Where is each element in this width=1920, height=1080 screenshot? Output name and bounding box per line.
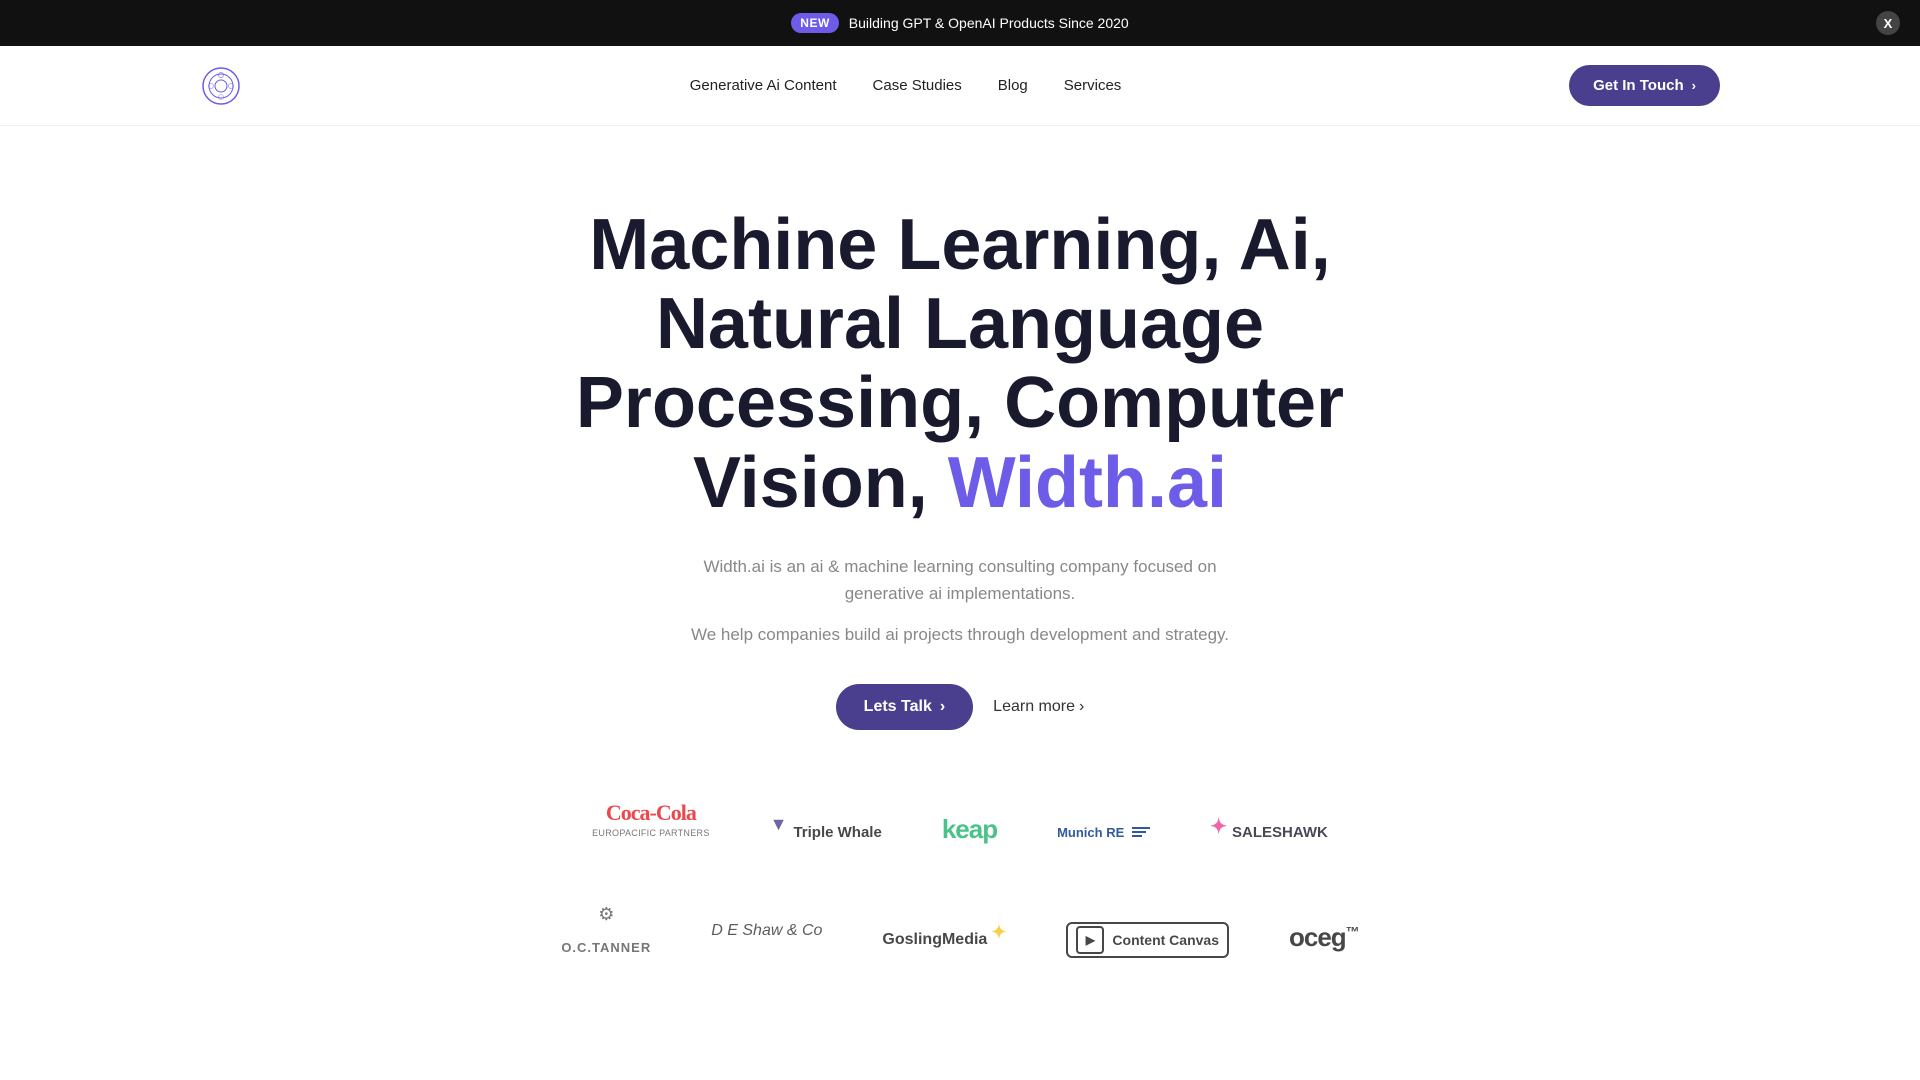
nav-link-case-studies[interactable]: Case Studies: [873, 77, 962, 94]
learn-more-arrow: ›: [1079, 698, 1084, 716]
partners-row-1: Coca-Cola EUROPACIFIC PARTNERS ▼ Triple …: [320, 800, 1600, 864]
partner-oceg: oceg™: [1289, 922, 1359, 958]
nav-links: Generative Ai Content Case Studies Blog …: [690, 77, 1122, 95]
partner-contentcanvas: ▶ Content Canvas: [1066, 922, 1229, 958]
lets-talk-button[interactable]: Lets Talk ›: [836, 684, 974, 730]
banner-close-button[interactable]: X: [1876, 11, 1900, 35]
partner-triplewhale: ▼ Triple Whale: [770, 814, 882, 850]
nav-item-services[interactable]: Services: [1064, 77, 1122, 95]
nav-item-generative-ai[interactable]: Generative Ai Content: [690, 77, 837, 95]
get-in-touch-arrow: ›: [1692, 78, 1696, 93]
lets-talk-label: Lets Talk: [864, 698, 932, 716]
top-banner: NEW Building GPT & OpenAI Products Since…: [0, 0, 1920, 46]
partner-cocacola: Coca-Cola EUROPACIFIC PARTNERS: [592, 800, 710, 864]
nav-link-blog[interactable]: Blog: [998, 77, 1028, 94]
lets-talk-arrow: ›: [940, 698, 945, 716]
hero-headline-accent: Width.ai: [948, 443, 1227, 523]
nav-item-case-studies[interactable]: Case Studies: [873, 77, 962, 95]
partners-row-2: ⚙ O.C.TANNER D E Shaw & Co GoslingMedia …: [320, 904, 1600, 976]
new-badge: NEW: [791, 13, 839, 33]
learn-more-label: Learn more: [993, 698, 1075, 716]
get-in-touch-label: Get In Touch: [1593, 77, 1684, 94]
hero-subtitle-1: Width.ai is an ai & machine learning con…: [685, 553, 1235, 607]
partner-munich: Munich RE: [1057, 814, 1150, 850]
partner-gosling: GoslingMedia ✦: [882, 922, 1006, 958]
partner-octanner: ⚙ O.C.TANNER: [561, 904, 651, 976]
nav-link-services[interactable]: Services: [1064, 77, 1122, 94]
navbar: Generative Ai Content Case Studies Blog …: [0, 46, 1920, 126]
hero-headline: Machine Learning, Ai, Natural Language P…: [510, 206, 1410, 523]
partner-deshaw: D E Shaw & Co: [711, 922, 822, 958]
banner-message: Building GPT & OpenAI Products Since 202…: [849, 15, 1129, 31]
partner-keap: keap: [942, 814, 997, 850]
hero-section: Machine Learning, Ai, Natural Language P…: [0, 126, 1920, 1076]
learn-more-link[interactable]: Learn more ›: [993, 698, 1084, 716]
hero-buttons: Lets Talk › Learn more ›: [836, 684, 1085, 730]
nav-item-blog[interactable]: Blog: [998, 77, 1028, 95]
brand-logo[interactable]: [200, 65, 242, 107]
partner-saleshawk: ✦ SALESHAWK: [1210, 814, 1328, 850]
hero-subtitle-2: We help companies build ai projects thro…: [691, 621, 1229, 648]
partners-section: Coca-Cola EUROPACIFIC PARTNERS ▼ Triple …: [200, 800, 1720, 1016]
get-in-touch-button[interactable]: Get In Touch ›: [1569, 65, 1720, 106]
nav-link-generative-ai[interactable]: Generative Ai Content: [690, 77, 837, 94]
